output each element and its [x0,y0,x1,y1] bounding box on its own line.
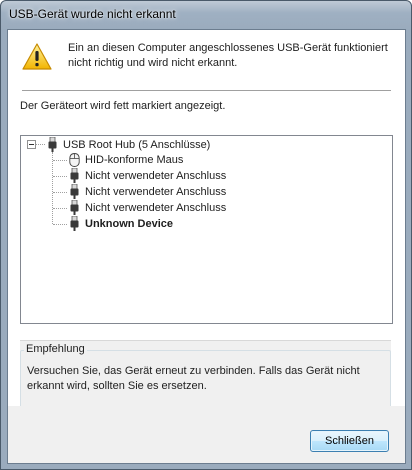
tree-node-label: HID-konforme Maus [85,154,184,166]
recommendation-title: Empfehlung [24,343,87,355]
device-tree[interactable]: USB Root Hub (5 Anschlüsse) HID-konforme… [20,135,393,324]
title-bar[interactable]: USB-Gerät wurde nicht erkannt [1,1,411,29]
close-button[interactable]: Schließen [310,430,389,452]
dialog-window: USB-Gerät wurde nicht erkannt Ein an die… [0,0,412,470]
tree-node-label: Nicht verwendeter Anschluss [85,202,227,214]
tree-node-unused-port[interactable]: Nicht verwendeter Anschluss [67,168,367,184]
tree-node-label: Unknown Device [85,218,174,230]
usb-plug-icon [70,168,79,183]
warning-icon [22,43,52,70]
tree-node-label: USB Root Hub (5 Anschlüsse) [63,139,211,151]
tree-connector [53,192,67,193]
usb-plug-icon [70,216,79,231]
tree-connector [53,208,67,209]
tree-node-label: Nicht verwendeter Anschluss [85,186,227,198]
tree-connector [53,160,67,161]
tree-node-unused-port[interactable]: Nicht verwendeter Anschluss [67,200,367,216]
mouse-icon [69,153,80,167]
usb-plug-icon [48,137,57,152]
dialog-content: Ein an diesen Computer angeschlossenes U… [7,29,406,464]
separator [22,90,391,91]
error-message: Ein an diesen Computer angeschlossenes U… [68,42,388,69]
window-title: USB-Gerät wurde nicht erkannt [9,7,176,21]
usb-plug-icon [70,184,79,199]
tree-connector [53,176,67,177]
usb-plug-icon [70,200,79,215]
location-hint: Der Geräteort wird fett markiert angezei… [20,100,226,112]
button-bar: Schließen [8,406,405,463]
tree-node-mouse[interactable]: HID-konforme Maus [67,152,367,168]
tree-node-unknown-device[interactable]: Unknown Device [67,216,367,232]
tree-node-root-hub[interactable]: USB Root Hub (5 Anschlüsse) [27,137,327,153]
tree-node-label: Nicht verwendeter Anschluss [85,170,227,182]
collapse-toggle-icon[interactable] [27,140,36,149]
tree-connector [52,152,53,224]
recommendation-panel: Empfehlung Versuchen Sie, das Gerät erne… [20,340,391,408]
tree-connector [53,224,67,225]
recommendation-text: Versuchen Sie, das Gerät erneut zu verbi… [27,365,360,392]
tree-node-unused-port[interactable]: Nicht verwendeter Anschluss [67,184,367,200]
